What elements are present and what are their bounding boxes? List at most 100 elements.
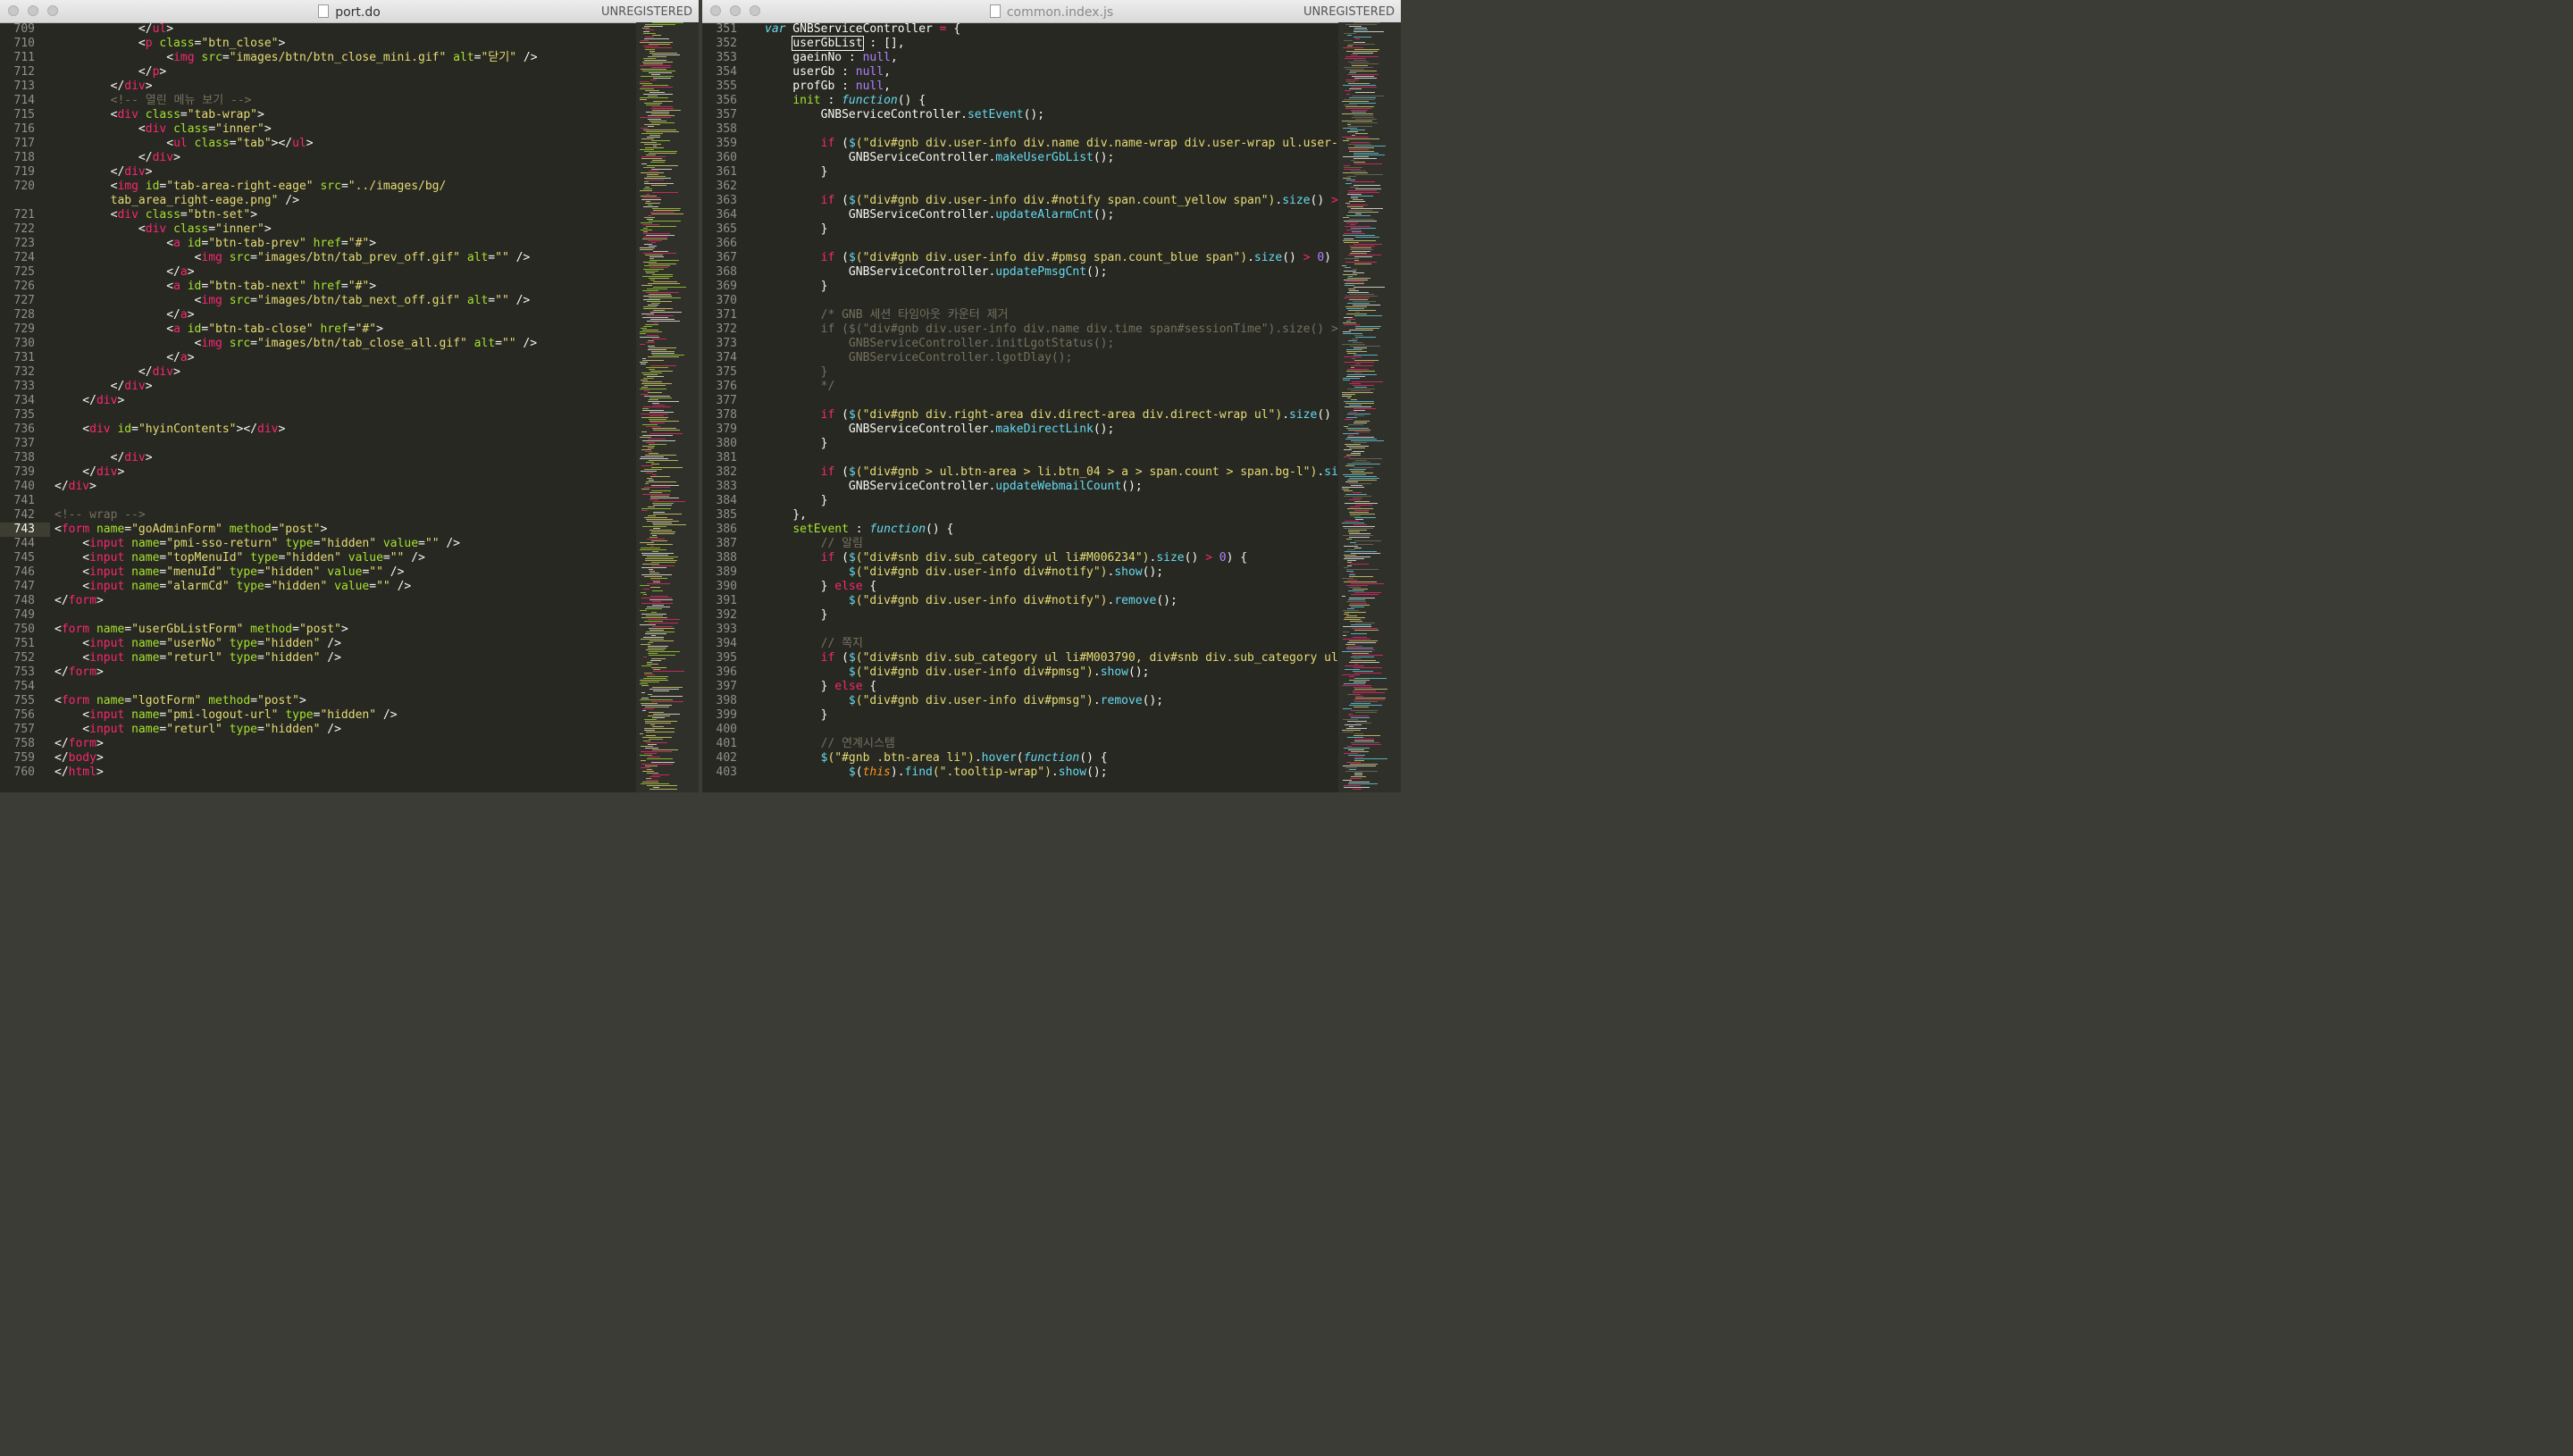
minimap-line [647,219,653,220]
minimap-line [651,467,683,468]
minimap[interactable] [1338,22,1401,792]
code-token: form [68,665,96,679]
minimap-line [1350,506,1361,507]
minimap-line [642,408,649,409]
code-token: alt [466,294,489,307]
minimap-line [1348,44,1375,45]
code-token: ("div#gnb div.user-info div.#notify span… [855,194,1276,207]
minimap-line [1346,585,1368,586]
code-token: ("div#gnb div.user-info div#notify") [855,594,1108,607]
minimap-line [1348,310,1376,311]
minimap-line [1351,453,1361,454]
code-line: GNBServiceController.makeUserGbList(); [765,151,1114,165]
minimap-line [641,767,650,768]
minimap-line [1345,258,1359,259]
minimap-line [1354,372,1362,373]
code-line: <form name="userGbListForm" method="post… [54,623,348,637]
code-token: = [208,222,216,236]
code-token: > [117,394,125,407]
code-token: href [313,237,341,250]
code-token: setEvent [792,523,849,536]
line-number: 377 [716,394,737,407]
minimap-line [1346,222,1358,223]
minimap-line [1345,267,1351,268]
code-token: < [54,637,90,650]
minimap-line [1351,228,1376,229]
code-token: name [131,551,160,565]
minimap-line [641,751,672,752]
window-title-text: port.do [335,5,381,20]
line-number: 720 [13,180,35,193]
code-token: type [285,708,314,722]
code-token: name [96,694,125,707]
code-line: } [765,494,828,508]
code-line: // 쪽지 [765,637,863,651]
minimap-line [1348,590,1364,591]
line-number: 755 [13,694,35,707]
minimap[interactable] [636,22,699,792]
minimap-line [649,44,670,45]
line-number: 757 [13,723,35,736]
code-token: . [1317,465,1325,479]
code-token: class [194,137,230,150]
minimap-line [1351,594,1379,595]
minimap-line [1344,297,1370,298]
code-token: }, [765,508,807,522]
minimap-line [1351,553,1380,554]
line-number: 362 [716,180,737,193]
line-number: 734 [13,394,35,407]
minimap-line [1343,178,1351,179]
minimap-line [1351,171,1366,172]
minimap-line [651,185,666,186]
minimap-line [645,560,677,561]
minimap-line [1349,533,1370,534]
minimap-line [653,512,665,513]
line-number: 351 [716,22,737,36]
code-token: > [173,365,180,379]
minimap-line [1342,394,1355,395]
minimap-line [646,519,673,520]
code-token: > [96,766,104,779]
minimap-line [1346,371,1375,372]
code-token: (); [1093,151,1115,164]
code-token: name [131,708,160,722]
minimap-line [650,630,664,631]
minimap-line [642,276,673,277]
line-number: 384 [716,494,737,507]
minimap-line [1347,746,1352,747]
minimap-line [1351,633,1367,634]
minimap-line [641,387,648,388]
minimap-line [1343,140,1349,141]
line-number: 376 [716,380,737,393]
code-token: class [145,108,180,121]
minimap-line [1348,424,1363,425]
code-token: if [820,651,835,665]
minimap-line [644,674,655,675]
minimap-line [1349,537,1370,538]
code-token: div [145,122,167,136]
code-line: } [765,365,828,380]
minimap-line [1353,671,1373,672]
line-number: 357 [716,108,737,121]
minimap-line [1354,701,1378,702]
minimap-line [1350,514,1375,515]
minimap-line [1348,62,1369,63]
minimap-line [648,340,654,341]
minimap-line [648,283,680,284]
code-token: ("div#gnb div.user-info div#pmsg") [855,665,1094,679]
code-token: } [765,280,828,293]
minimap-line [1350,224,1355,225]
minimap-line [653,671,684,672]
code-token: $ [848,194,856,207]
minimap-line [1349,149,1369,150]
code-token: null [855,79,884,93]
minimap-line [1345,644,1355,645]
code-token: /> [516,51,538,64]
minimap-line [1347,480,1377,481]
code-token: else [834,580,863,593]
minimap-line [651,658,666,659]
